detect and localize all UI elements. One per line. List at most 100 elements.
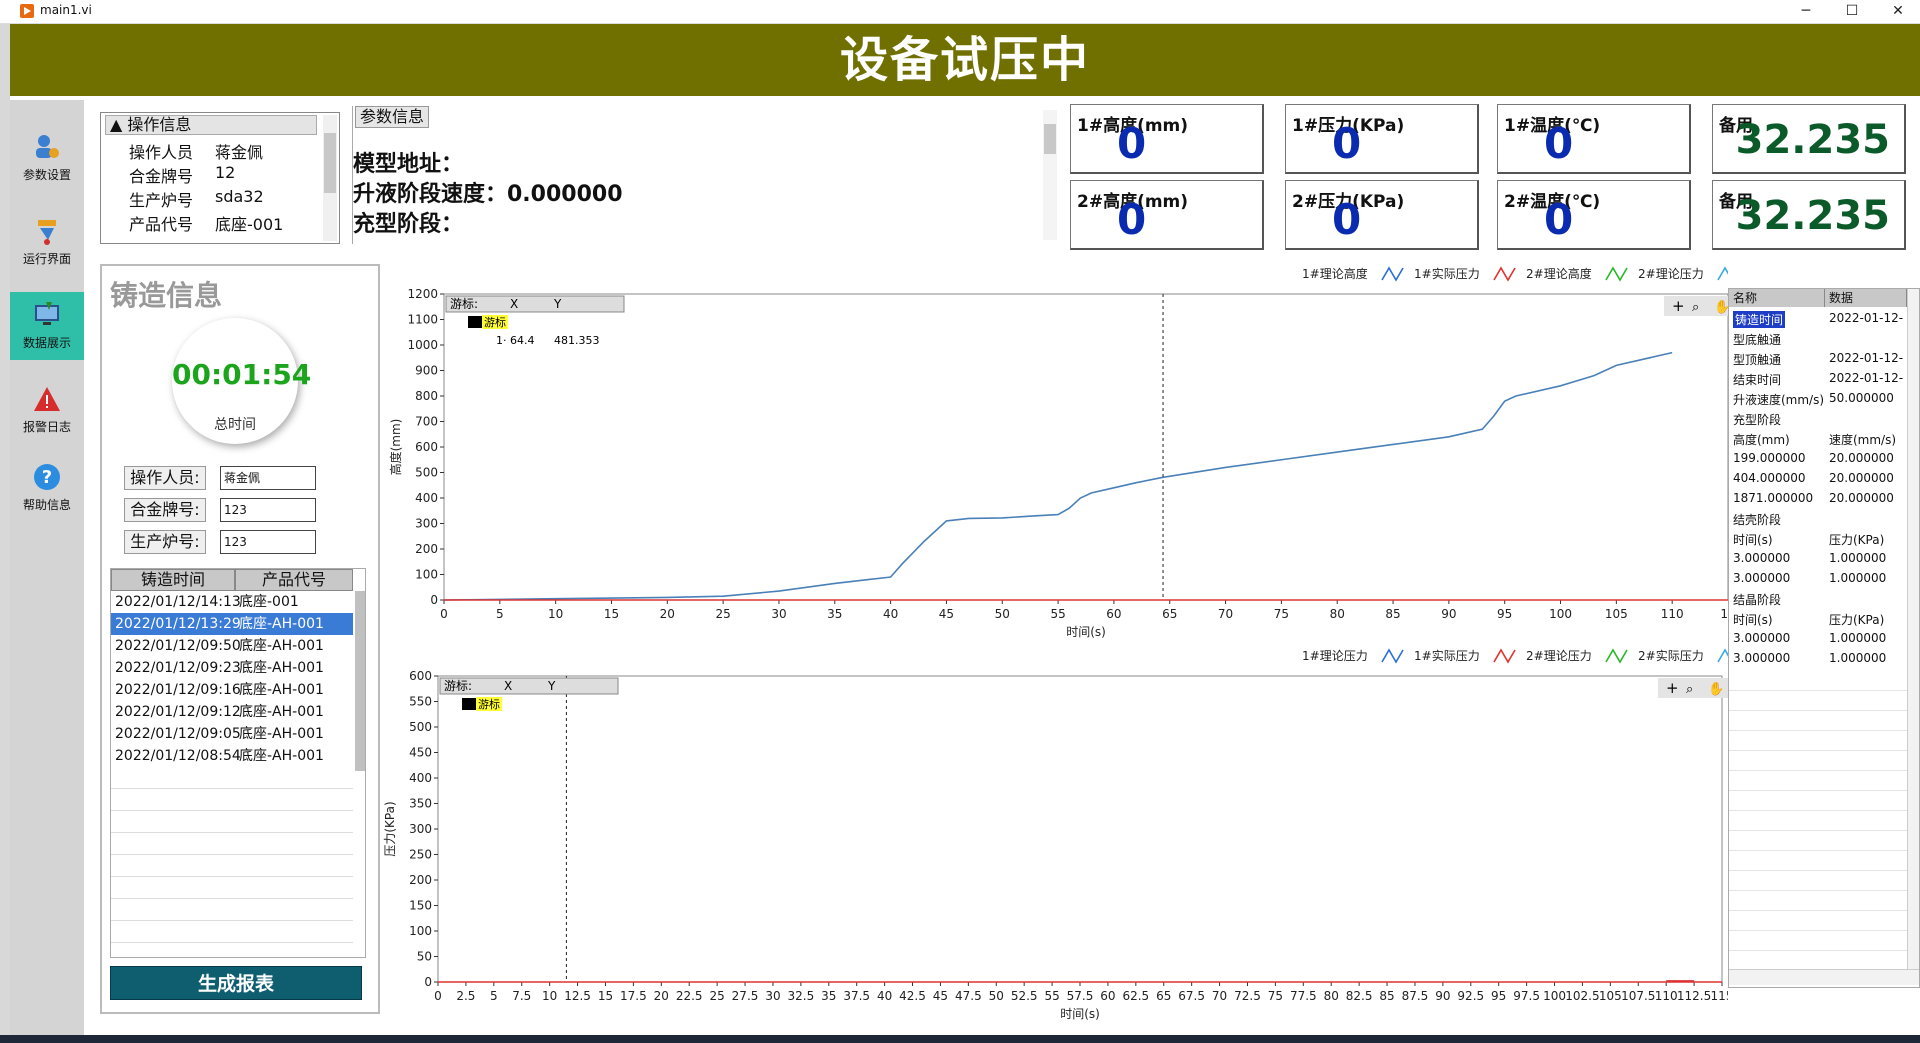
nav-item-alarm-log[interactable]: 报警日志 (10, 376, 84, 444)
indicator-temp-2: 2#温度(℃) 0 (1497, 180, 1691, 250)
operator-info-header[interactable]: ▲ 操作信息 (105, 115, 317, 135)
cell-name: 结束时间 (1733, 373, 1782, 387)
table-scrollbar[interactable] (355, 591, 365, 771)
minimize-button[interactable]: ─ (1784, 0, 1828, 24)
plot-area (443, 293, 1729, 601)
x-tick-label: 77.5 (1290, 989, 1317, 1003)
x-tick-label: 25 (709, 989, 724, 1003)
empty-row (111, 811, 353, 833)
table-row[interactable]: 2022/01/12/09:16 底座-AH-001 (111, 679, 353, 701)
legend-label: 2#理论压力 (1638, 267, 1704, 281)
indicator-spare-2: 备用 32.235 (1712, 180, 1906, 250)
x-tick-label: 35 (821, 989, 836, 1003)
table-row[interactable]: 2022/01/12/13:29 底座-AH-001 (111, 613, 353, 635)
x-tick-label: 10 (542, 989, 557, 1003)
operator-input[interactable]: 蒋金佩 (220, 466, 316, 490)
cell-name: 充型阶段 (1733, 413, 1782, 427)
svg-text:?: ? (42, 467, 52, 488)
table-row[interactable]: 2022/01/12/09:50 底座-AH-001 (111, 635, 353, 657)
scrollbar[interactable] (323, 115, 337, 241)
cursor-header-label: 游标: (444, 679, 472, 693)
nav-label: 运行界面 (22, 252, 71, 266)
table-row[interactable]: 2022/01/12/09:23 底座-AH-001 (111, 657, 353, 679)
cell-data: 2022-01-12- (1829, 351, 1904, 365)
empty-row (1729, 891, 1907, 911)
col-header-time[interactable]: 铸造时间 (111, 569, 235, 591)
indicator-value: 0 (1544, 119, 1574, 168)
table-hscrollbar[interactable] (1729, 969, 1919, 985)
table-scrollbar[interactable] (1907, 289, 1919, 969)
y-tick-label: 150 (409, 899, 432, 913)
pan-icon: ✋ (1714, 299, 1728, 315)
indicator-value: 0 (1117, 119, 1147, 168)
x-tick-label: 70 (1212, 989, 1227, 1003)
x-tick-label: 115 (1711, 989, 1728, 1003)
col-header-name[interactable]: 名称 (1729, 289, 1825, 307)
nav-item-help[interactable]: ? 帮助信息 (10, 454, 84, 522)
row-value: sda32 (215, 187, 264, 206)
cell-time: 2022/01/12/09:05 (115, 726, 241, 742)
operator-info-listbox[interactable]: ▲ 操作信息 操作人员 蒋金佩 合金牌号 12 生产炉号 sda32 产品代号 底座-0… (100, 112, 340, 244)
height-chart-svg[interactable]: 0100200300400500600700800900100011001200… (382, 262, 1740, 642)
close-button[interactable]: ✕ (1876, 0, 1920, 24)
y-tick-label: 200 (409, 873, 432, 887)
x-tick-label: 27.5 (732, 989, 759, 1003)
x-tick-label: 75 (1274, 607, 1289, 621)
legend-swatch (1493, 648, 1516, 664)
nav-item-param-settings[interactable]: 参数设置 (10, 124, 84, 192)
legend-swatch (1717, 266, 1740, 282)
cell-data: 1.000000 (1829, 571, 1887, 585)
scrollbar[interactable] (1043, 110, 1057, 240)
table-row[interactable]: 2022/01/12/14:13 底座-001 (111, 591, 353, 613)
table-row[interactable]: 2022/01/12/09:12 底座-AH-001 (111, 701, 353, 723)
x-tick-label: 92.5 (1457, 989, 1484, 1003)
pressure-chart-svg[interactable]: 0501001502002503003504004505005506000 2.5… (382, 644, 1740, 1035)
pressure-chart: 0 50 100 150 200 250 300 350 400 450 500 550 600 0 2.5… (382, 644, 1740, 1035)
table-row[interactable]: 2022/01/12/09:05 底座-AH-001 (111, 723, 353, 745)
x-tick-label: 47.5 (955, 989, 982, 1003)
y-tick-label: 550 (409, 695, 432, 709)
crosshair-icon: + (1666, 679, 1679, 697)
cell-name: 型底触通 (1733, 333, 1782, 347)
nav-item-run[interactable]: 运行界面 (10, 208, 84, 276)
x-tick-label: 0 (440, 607, 448, 621)
x-tick-label: 95 (1491, 989, 1506, 1003)
cell-time: 2022/01/12/09:12 (115, 704, 241, 720)
param-line-fill: 充型阶段： (353, 212, 464, 237)
casting-info-title: 铸造信息 (110, 279, 223, 312)
y-tick-label: 300 (409, 822, 432, 836)
total-time-value: 00:01:54 (172, 358, 312, 391)
col-header-data[interactable]: 数据 (1825, 289, 1907, 307)
pan-icon: ✋ (1708, 681, 1724, 697)
x-axis-label: 时间(s) (1066, 625, 1106, 639)
cell-time: 2022/01/12/09:50 (115, 638, 241, 654)
maximize-button[interactable]: ☐ (1830, 0, 1874, 24)
table-row[interactable]: 2022/01/12/08:54 底座-AH-001 (111, 745, 353, 767)
zoom-icon: ⌕ (1686, 682, 1693, 697)
scroll-thumb[interactable] (324, 133, 336, 193)
x-tick-label: 15 (604, 607, 619, 621)
x-tick-label: 100 (1543, 989, 1566, 1003)
x-tick-label: 87.5 (1402, 989, 1429, 1003)
alloy-input[interactable]: 123 (220, 498, 316, 522)
generate-report-button[interactable]: 生成报表 (110, 966, 362, 1000)
row-value: 12 (215, 163, 236, 182)
cursor-name: 游标 (478, 697, 500, 711)
nav-item-data-display[interactable]: 数据展示 (10, 292, 84, 360)
cursor-row-prefix: 1· (496, 334, 507, 347)
cell-name: 3.000000 (1733, 651, 1791, 665)
process-data-table[interactable]: 名称 数据 铸造时间 2022-01-12- 型底触通 型顶触通 2022-01-12-… (1728, 288, 1920, 988)
indicator-height-2: 2#高度(mm) 0 (1070, 180, 1264, 250)
x-tick-label: 15 (598, 989, 613, 1003)
sidebar-nav: 参数设置 运行界面 数据展示 报警日志 ? 帮助信息 (10, 100, 84, 1035)
furnace-input[interactable]: 123 (220, 530, 316, 554)
col-header-product[interactable]: 产品代号 (235, 569, 353, 591)
cell-product: 底座-AH-001 (239, 704, 324, 720)
casting-history-table[interactable]: 铸造时间 产品代号 2022/01/12/14:13 底座-001 2022/01/… (110, 568, 366, 958)
y-tick-label: 450 (409, 746, 432, 760)
cell-data: 压力(KPa) (1829, 613, 1885, 627)
y-tick-label: 400 (409, 771, 432, 785)
furnace-label: 生产炉号: (124, 530, 206, 554)
x-tick-label: 105 (1605, 607, 1628, 621)
scroll-thumb[interactable] (1044, 124, 1056, 154)
